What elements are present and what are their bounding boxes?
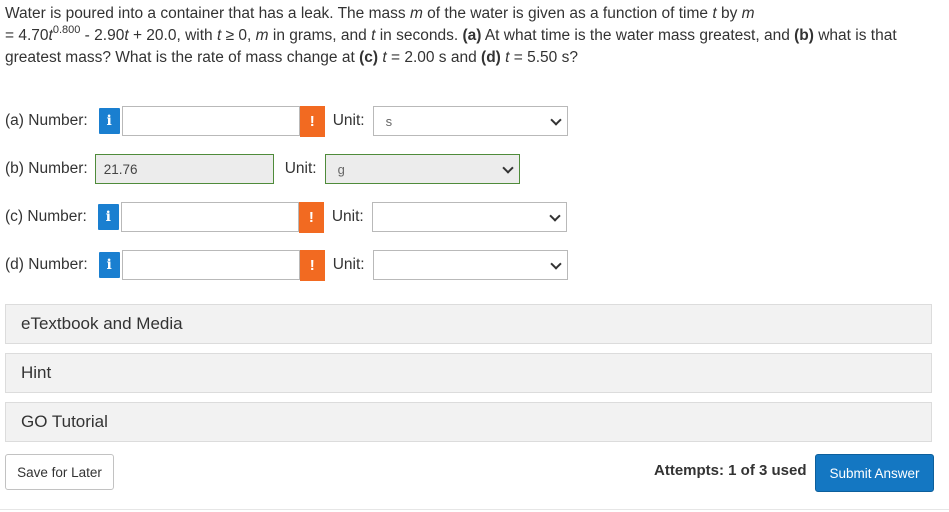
problem-text: = 2.00 s and <box>386 49 482 66</box>
go-tutorial-panel-label: GO Tutorial <box>21 412 108 431</box>
number-input[interactable] <box>121 106 300 136</box>
unit-label: Unit: <box>332 256 365 273</box>
etextbook-panel[interactable]: eTextbook and Media <box>5 304 932 344</box>
number-label: (b) Number: <box>5 160 88 177</box>
unit-label: Unit: <box>331 208 364 225</box>
number-label: (a) Number: <box>5 112 88 129</box>
info-icon[interactable]: i <box>98 108 120 134</box>
problem-text: - 2.90 <box>80 27 125 44</box>
unit-label: Unit: <box>332 112 365 129</box>
var-m: m <box>255 27 269 44</box>
number-label: (d) Number: <box>5 256 88 273</box>
warning-icon[interactable]: ! <box>299 249 325 281</box>
warning-icon[interactable]: ! <box>299 105 325 137</box>
divider <box>0 509 949 510</box>
var-m: m <box>409 5 423 22</box>
exponent: 0.800 <box>52 23 81 36</box>
hint-panel[interactable]: Hint <box>5 353 932 393</box>
var-m: m <box>741 5 755 22</box>
go-tutorial-panel[interactable]: GO Tutorial <box>5 402 932 442</box>
part-marker: (c) <box>359 49 379 66</box>
info-icon[interactable]: i <box>97 204 119 230</box>
etextbook-panel-label: eTextbook and Media <box>21 314 183 333</box>
number-input[interactable] <box>120 202 299 232</box>
part-marker: (d) <box>481 49 501 66</box>
answer-row-d: (d) Number: i ! Unit: <box>5 248 568 282</box>
problem-text: in seconds. <box>375 27 463 44</box>
unit-select-value: s <box>385 113 393 129</box>
chevron-down-icon <box>549 114 562 126</box>
problem-text: ≥ 0, <box>221 27 256 44</box>
problem-text: by <box>716 5 742 22</box>
problem-text: = 4.70 <box>5 27 49 44</box>
unit-select[interactable]: s <box>372 106 568 136</box>
info-icon[interactable]: i <box>98 252 120 278</box>
save-for-later-button[interactable]: Save for Later <box>5 454 114 490</box>
problem-text: + 20.0, with <box>128 27 217 44</box>
problem-statement: Water is poured into a container that ha… <box>5 3 940 69</box>
answer-row-a: (a) Number: i ! Unit: s <box>5 104 568 138</box>
chevron-down-icon <box>549 258 562 270</box>
problem-text: = 5.50 s? <box>509 49 578 66</box>
part-marker: (b) <box>794 27 814 44</box>
problem-text: in grams, and <box>268 27 372 44</box>
chevron-down-icon <box>501 162 514 174</box>
chevron-down-icon <box>549 210 561 222</box>
attempts-counter: Attempts: 1 of 3 used <box>654 462 807 479</box>
part-marker: (a) <box>462 27 482 44</box>
problem-text: of the water is given as a function of t… <box>422 5 713 22</box>
problem-text: At what time is the water mass greatest,… <box>481 27 795 44</box>
number-label: (c) Number: <box>5 208 87 225</box>
answer-row-b: (b) Number: 21.76 Unit: g <box>5 152 520 186</box>
warning-icon[interactable]: ! <box>298 201 324 233</box>
unit-label: Unit: <box>284 160 317 177</box>
unit-select[interactable]: g <box>324 154 520 184</box>
problem-text: Water is poured into a container that ha… <box>5 5 410 22</box>
hint-panel-label: Hint <box>21 363 52 382</box>
number-input[interactable]: 21.76 <box>94 154 274 184</box>
unit-select[interactable] <box>371 202 567 232</box>
unit-select[interactable] <box>372 250 568 280</box>
number-input[interactable] <box>121 250 300 280</box>
submit-answer-button[interactable]: Submit Answer <box>815 454 934 492</box>
answer-row-c: (c) Number: i ! Unit: <box>5 200 567 234</box>
unit-select-value: g <box>337 161 345 177</box>
